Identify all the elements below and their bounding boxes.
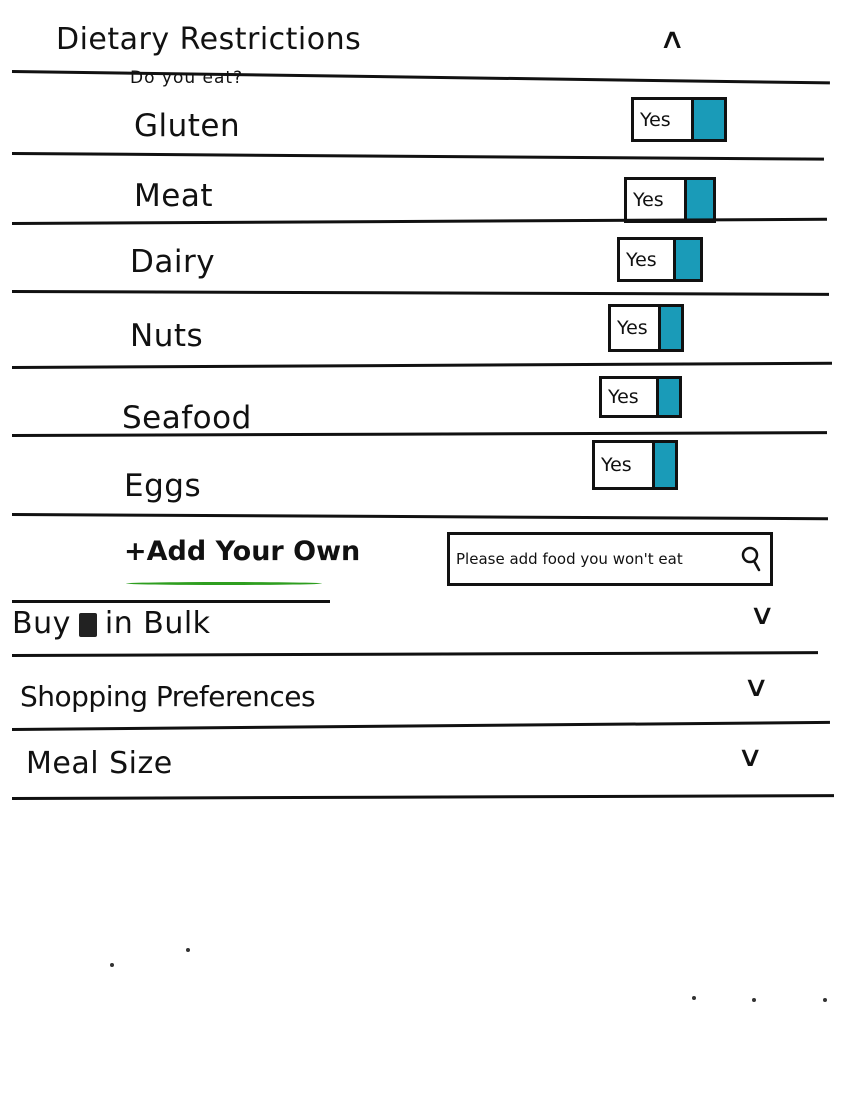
dietary-item-dairy-label: Dairy — [130, 244, 216, 280]
toggle-label: Yes — [634, 100, 694, 139]
search-icon[interactable] — [738, 544, 764, 574]
food-search-box[interactable] — [447, 532, 773, 586]
divider — [11, 513, 828, 521]
speck — [752, 998, 756, 1002]
gluten-toggle[interactable]: Yes — [631, 97, 727, 142]
chevron-up-icon[interactable]: ∧ — [659, 22, 686, 55]
settings-page: Dietary Restrictions Do you eat? ∧ Glute… — [0, 0, 850, 1100]
toggle-label: Yes — [627, 180, 687, 220]
toggle-knob — [661, 307, 681, 349]
dietary-item-eggs-label: Eggs — [124, 468, 202, 504]
divider — [11, 152, 824, 161]
eggs-toggle[interactable]: Yes — [592, 440, 678, 490]
add-your-own-link[interactable]: +Add Your Own — [124, 536, 360, 567]
divider — [11, 361, 832, 369]
food-search-input[interactable] — [450, 549, 738, 569]
nuts-toggle[interactable]: Yes — [608, 304, 684, 352]
shopping-preferences-title[interactable]: Shopping Preferences — [20, 680, 316, 713]
toggle-label: Yes — [595, 443, 655, 487]
filled-box-icon — [78, 612, 97, 637]
speck — [823, 998, 827, 1002]
toggle-knob — [655, 443, 675, 487]
divider — [11, 794, 835, 800]
toggle-knob — [687, 180, 713, 220]
buy-in-bulk-title-part2: in Bulk — [104, 606, 211, 641]
toggle-label: Yes — [620, 240, 676, 279]
add-your-own-underline — [126, 582, 322, 585]
dietary-item-meat-label: Meat — [134, 178, 213, 214]
dairy-toggle[interactable]: Yes — [617, 237, 703, 282]
toggle-label: Yes — [602, 379, 659, 415]
toggle-knob — [676, 240, 700, 279]
speck — [186, 948, 190, 952]
toggle-label: Yes — [611, 307, 661, 349]
buy-in-bulk-title-part1: Buy — [12, 606, 71, 641]
buy-in-bulk-title[interactable]: Buy in Bulk — [12, 606, 211, 641]
chevron-down-icon[interactable]: ∨ — [737, 740, 764, 773]
toggle-knob — [659, 379, 679, 415]
dietary-title[interactable]: Dietary Restrictions — [56, 22, 361, 57]
dietary-item-gluten-label: Gluten — [134, 108, 241, 144]
toggle-knob — [694, 100, 724, 139]
chevron-down-icon[interactable]: ∨ — [743, 670, 770, 703]
speck — [110, 963, 114, 967]
speck — [692, 996, 696, 1000]
meal-size-title[interactable]: Meal Size — [26, 746, 173, 781]
chevron-down-icon[interactable]: ∨ — [749, 598, 776, 631]
dietary-item-seafood-label: Seafood — [122, 400, 252, 436]
divider — [11, 720, 830, 731]
divider — [11, 217, 827, 225]
divider — [12, 600, 330, 603]
dietary-item-nuts-label: Nuts — [130, 318, 204, 354]
meat-toggle[interactable]: Yes — [624, 177, 716, 223]
divider — [11, 651, 819, 657]
divider — [11, 290, 830, 296]
seafood-toggle[interactable]: Yes — [599, 376, 682, 418]
